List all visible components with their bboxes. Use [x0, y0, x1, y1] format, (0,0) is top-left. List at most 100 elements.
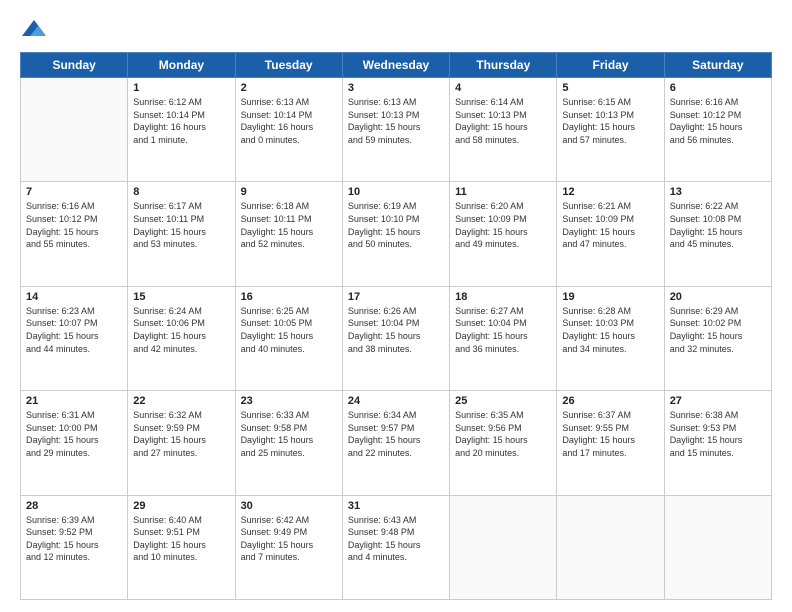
- day-number: 31: [348, 500, 444, 512]
- calendar-cell: 12Sunrise: 6:21 AMSunset: 10:09 PMDaylig…: [557, 182, 664, 286]
- day-number: 21: [26, 395, 122, 407]
- calendar-cell: 17 Sunrise: 6:26 AMSunset: 10:04 PMDaylig…: [342, 286, 449, 390]
- day-number: 25: [455, 395, 551, 407]
- day-info: Sunrise: 6:26 AMSunset: 10:04 PMDaylight…: [348, 305, 444, 355]
- day-number: 27: [670, 395, 766, 407]
- calendar-cell: 20 Sunrise: 6:29 AMSunset: 10:02 PMDaylig…: [664, 286, 771, 390]
- day-info: Sunrise: 6:43 AMSunset: 9:48 PMDaylight:…: [348, 514, 444, 564]
- day-number: 23: [241, 395, 337, 407]
- calendar-header-row: SundayMondayTuesdayWednesdayThursdayFrid…: [21, 53, 772, 78]
- day-info: Sunrise: 6:32 AMSunset: 9:59 PMDaylight:…: [133, 409, 229, 459]
- day-info: Sunrise: 6:25 AMSunset: 10:05 PMDaylight…: [241, 305, 337, 355]
- day-number: 14: [26, 291, 122, 303]
- day-number: 16: [241, 291, 337, 303]
- calendar-cell: 3Sunrise: 6:13 AMSunset: 10:13 PMDayligh…: [342, 78, 449, 182]
- calendar-cell: 26 Sunrise: 6:37 AMSunset: 9:55 PMDayligh…: [557, 391, 664, 495]
- day-info: Sunrise: 6:40 AMSunset: 9:51 PMDaylight:…: [133, 514, 229, 564]
- week-row-0: 1Sunrise: 6:12 AMSunset: 10:14 PMDayligh…: [21, 78, 772, 182]
- calendar-cell: 1Sunrise: 6:12 AMSunset: 10:14 PMDayligh…: [128, 78, 235, 182]
- logo: [20, 16, 52, 44]
- day-header-thursday: Thursday: [450, 53, 557, 78]
- calendar-cell: 27 Sunrise: 6:38 AMSunset: 9:53 PMDayligh…: [664, 391, 771, 495]
- day-number: 30: [241, 500, 337, 512]
- day-number: 18: [455, 291, 551, 303]
- calendar: SundayMondayTuesdayWednesdayThursdayFrid…: [20, 52, 772, 600]
- day-number: 10: [348, 186, 444, 198]
- day-info: Sunrise: 6:23 AMSunset: 10:07 PMDaylight…: [26, 305, 122, 355]
- day-number: 28: [26, 500, 122, 512]
- calendar-cell: 7 Sunrise: 6:16 AMSunset: 10:12 PMDayligh…: [21, 182, 128, 286]
- calendar-cell: [557, 495, 664, 599]
- calendar-cell: 18 Sunrise: 6:27 AMSunset: 10:04 PMDaylig…: [450, 286, 557, 390]
- day-number: 5: [562, 82, 658, 94]
- day-number: 2: [241, 82, 337, 94]
- day-number: 19: [562, 291, 658, 303]
- day-header-saturday: Saturday: [664, 53, 771, 78]
- calendar-cell: 11 Sunrise: 6:20 AMSunset: 10:09 PMDaylig…: [450, 182, 557, 286]
- day-info: Sunrise: 6:33 AMSunset: 9:58 PMDaylight:…: [241, 409, 337, 459]
- day-info: Sunrise: 6:42 AMSunset: 9:49 PMDaylight:…: [241, 514, 337, 564]
- calendar-cell: 31 Sunrise: 6:43 AMSunset: 9:48 PMDayligh…: [342, 495, 449, 599]
- day-number: 24: [348, 395, 444, 407]
- day-info: Sunrise: 6:22 AMSunset: 10:08 PMDaylight…: [670, 200, 766, 250]
- calendar-cell: [664, 495, 771, 599]
- calendar-cell: 24 Sunrise: 6:34 AMSunset: 9:57 PMDayligh…: [342, 391, 449, 495]
- day-number: 29: [133, 500, 229, 512]
- day-info: Sunrise: 6:37 AMSunset: 9:55 PMDaylight:…: [562, 409, 658, 459]
- day-info: Sunrise: 6:16 AMSunset: 10:12 PMDaylight…: [670, 96, 766, 146]
- calendar-cell: 9 Sunrise: 6:18 AMSunset: 10:11 PMDayligh…: [235, 182, 342, 286]
- day-number: 20: [670, 291, 766, 303]
- day-header-wednesday: Wednesday: [342, 53, 449, 78]
- day-number: 4: [455, 82, 551, 94]
- day-info: Sunrise: 6:34 AMSunset: 9:57 PMDaylight:…: [348, 409, 444, 459]
- calendar-cell: 29 Sunrise: 6:40 AMSunset: 9:51 PMDayligh…: [128, 495, 235, 599]
- day-number: 11: [455, 186, 551, 198]
- day-info: Sunrise: 6:24 AMSunset: 10:06 PMDaylight…: [133, 305, 229, 355]
- calendar-cell: 23 Sunrise: 6:33 AMSunset: 9:58 PMDayligh…: [235, 391, 342, 495]
- day-info: Sunrise: 6:38 AMSunset: 9:53 PMDaylight:…: [670, 409, 766, 459]
- day-info: Sunrise: 6:13 AMSunset: 10:13 PMDaylight…: [348, 96, 444, 146]
- day-info: Sunrise: 6:18 AMSunset: 10:11 PMDaylight…: [241, 200, 337, 250]
- logo-icon: [20, 16, 48, 44]
- calendar-cell: 16 Sunrise: 6:25 AMSunset: 10:05 PMDaylig…: [235, 286, 342, 390]
- day-header-monday: Monday: [128, 53, 235, 78]
- calendar-cell: [21, 78, 128, 182]
- day-number: 9: [241, 186, 337, 198]
- week-row-1: 7 Sunrise: 6:16 AMSunset: 10:12 PMDayligh…: [21, 182, 772, 286]
- calendar-cell: 21Sunrise: 6:31 AMSunset: 10:00 PMDaylig…: [21, 391, 128, 495]
- day-number: 6: [670, 82, 766, 94]
- day-info: Sunrise: 6:17 AMSunset: 10:11 PMDaylight…: [133, 200, 229, 250]
- day-info: Sunrise: 6:27 AMSunset: 10:04 PMDaylight…: [455, 305, 551, 355]
- calendar-cell: 10Sunrise: 6:19 AMSunset: 10:10 PMDaylig…: [342, 182, 449, 286]
- day-info: Sunrise: 6:15 AMSunset: 10:13 PMDaylight…: [562, 96, 658, 146]
- day-info: Sunrise: 6:28 AMSunset: 10:03 PMDaylight…: [562, 305, 658, 355]
- day-number: 12: [562, 186, 658, 198]
- day-number: 26: [562, 395, 658, 407]
- calendar-cell: 8 Sunrise: 6:17 AMSunset: 10:11 PMDayligh…: [128, 182, 235, 286]
- day-number: 7: [26, 186, 122, 198]
- calendar-cell: 15 Sunrise: 6:24 AMSunset: 10:06 PMDaylig…: [128, 286, 235, 390]
- page: SundayMondayTuesdayWednesdayThursdayFrid…: [0, 0, 792, 612]
- calendar-cell: 13 Sunrise: 6:22 AMSunset: 10:08 PMDaylig…: [664, 182, 771, 286]
- day-number: 22: [133, 395, 229, 407]
- day-info: Sunrise: 6:16 AMSunset: 10:12 PMDaylight…: [26, 200, 122, 250]
- day-header-sunday: Sunday: [21, 53, 128, 78]
- day-number: 8: [133, 186, 229, 198]
- day-info: Sunrise: 6:13 AMSunset: 10:14 PMDaylight…: [241, 96, 337, 146]
- day-info: Sunrise: 6:39 AMSunset: 9:52 PMDaylight:…: [26, 514, 122, 564]
- day-number: 13: [670, 186, 766, 198]
- week-row-4: 28 Sunrise: 6:39 AMSunset: 9:52 PMDayligh…: [21, 495, 772, 599]
- day-info: Sunrise: 6:12 AMSunset: 10:14 PMDaylight…: [133, 96, 229, 146]
- calendar-cell: 22 Sunrise: 6:32 AMSunset: 9:59 PMDayligh…: [128, 391, 235, 495]
- calendar-cell: 25Sunrise: 6:35 AMSunset: 9:56 PMDayligh…: [450, 391, 557, 495]
- calendar-cell: 4 Sunrise: 6:14 AMSunset: 10:13 PMDayligh…: [450, 78, 557, 182]
- header: [20, 16, 772, 44]
- day-number: 17: [348, 291, 444, 303]
- calendar-cell: 2 Sunrise: 6:13 AMSunset: 10:14 PMDayligh…: [235, 78, 342, 182]
- day-number: 15: [133, 291, 229, 303]
- day-info: Sunrise: 6:20 AMSunset: 10:09 PMDaylight…: [455, 200, 551, 250]
- calendar-cell: 5 Sunrise: 6:15 AMSunset: 10:13 PMDayligh…: [557, 78, 664, 182]
- day-info: Sunrise: 6:14 AMSunset: 10:13 PMDaylight…: [455, 96, 551, 146]
- calendar-cell: 19 Sunrise: 6:28 AMSunset: 10:03 PMDaylig…: [557, 286, 664, 390]
- day-info: Sunrise: 6:29 AMSunset: 10:02 PMDaylight…: [670, 305, 766, 355]
